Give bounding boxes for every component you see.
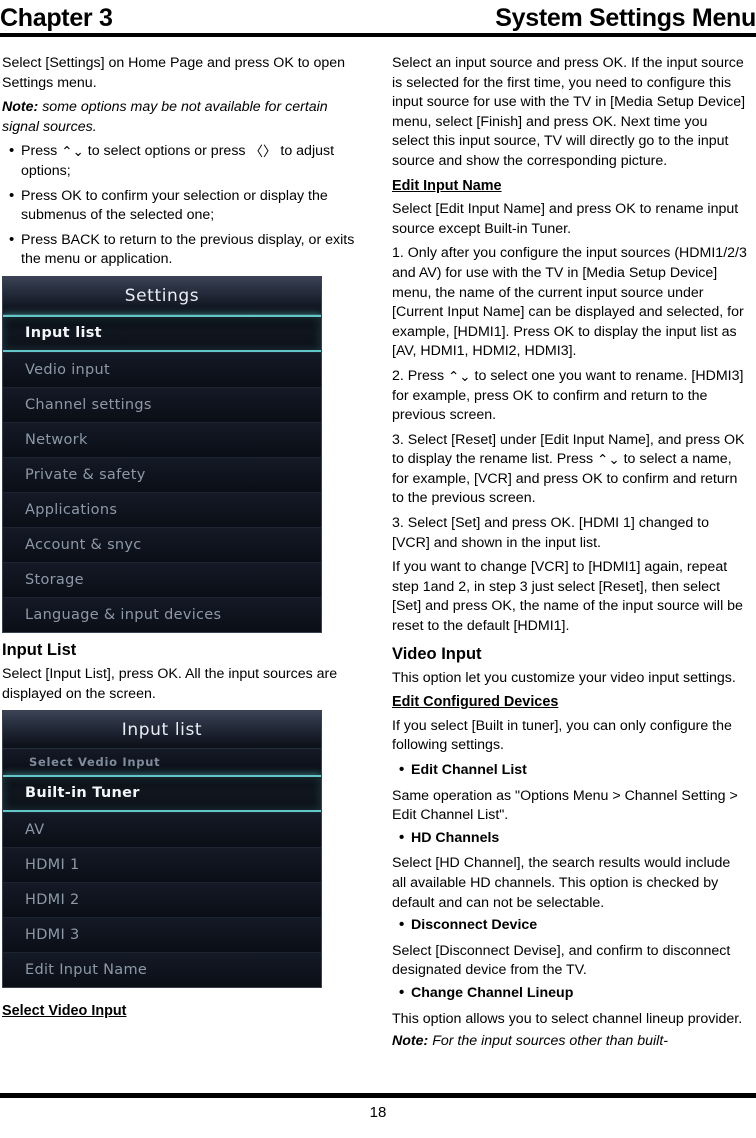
bullet-text-mid: to select options or press [83,143,250,160]
input-list-sublabel: Select Vedio Input [3,749,321,776]
input-item-edit-input-name[interactable]: Edit Input Name [3,952,321,988]
input-item-hdmi-3[interactable]: HDMI 3 [3,917,321,953]
note-label: Note: [392,1033,429,1050]
bullet-press-back: Press BACK to return to the previous dis… [2,230,358,270]
page-number: 18 [369,1104,387,1121]
video-input-heading: Video Input [392,644,482,663]
option-title-hd-channels: HD Channels [392,828,748,849]
note-text: some options may be not available for ce… [2,99,328,135]
option-title-disconnect-device: Disconnect Device [392,915,748,936]
right-paragraph-1: Select an input source and press OK. If … [392,55,746,169]
input-item-hdmi-2[interactable]: HDMI 2 [3,882,321,918]
settings-item-storage[interactable]: Storage [3,561,321,597]
up-down-chevron-icon: ⌃⌄ [447,368,471,385]
settings-item-channel-settings[interactable]: Channel settings [3,386,321,422]
settings-item-account-snyc[interactable]: Account & snyc [3,526,321,562]
chapter-label: Chapter 3 [0,4,113,32]
left-right-chevron-icon: 〈〉 [249,144,277,161]
settings-item-network[interactable]: Network [3,421,321,457]
option-title-edit-channel-list: Edit Channel List [392,760,748,781]
option-bullet-change-channel-lineup: Change Channel Lineup [392,983,748,1004]
note-text: For the input sources other than built- [428,1033,669,1050]
input-list-body: Select [Input List], press OK. All the i… [2,665,338,702]
option-title-change-channel-lineup: Change Channel Lineup [392,983,748,1004]
input-item-built-in-tuner[interactable]: Built-in Tuner [3,775,321,813]
step-2: 2. Press ⌃⌄ to select one you want to re… [392,367,748,426]
option-body-edit-channel-list: Same operation as "Options Menu > Channe… [392,787,738,824]
edit-configured-devices-heading: Edit Configured Devices [392,694,559,711]
settings-item-private-safety[interactable]: Private & safety [3,456,321,492]
header-divider [0,33,756,37]
right-paragraph-2: Select [Edit Input Name] and press OK to… [392,201,739,237]
option-body-hd-channels: Select [HD Channel], the search results … [392,855,731,911]
bullet-press-ok: Press OK to confirm your selection or di… [2,186,358,226]
edit-configured-devices-body: If you select [Built in tuner], you can … [392,717,732,754]
note-other-input-sources: Note: For the input sources other than b… [392,1032,748,1052]
note-signal-sources: Note: some options may be not available … [2,98,358,137]
option-bullet-hd-channels: HD Channels [392,828,748,849]
intro-paragraph: Select [Settings] on Home Page and press… [2,55,346,91]
settings-item-language-input-devices[interactable]: Language & input devices [3,596,321,632]
option-body-change-channel-lineup: This option allows you to select channel… [392,1010,743,1027]
input-item-hdmi-1[interactable]: HDMI 1 [3,847,321,883]
option-body-disconnect-device: Select [Disconnect Devise], and confirm … [392,942,731,979]
left-column: Select [Settings] on Home Page and press… [2,54,358,1026]
page-title: System Settings Menu [495,4,756,32]
up-down-chevron-icon: ⌃⌄ [61,144,84,161]
edit-input-name-heading: Edit Input Name [392,177,502,194]
right-paragraph-3: If you want to change [VCR] to [HDMI1] a… [392,559,743,635]
input-list-heading: Input List [2,640,77,659]
input-list-screenshot: Input list Select Vedio Input Built-in T… [2,710,322,989]
note-label: Note: [2,99,39,116]
step-3b: 3. Select [Set] and press OK. [HDMI 1] c… [392,515,710,551]
up-down-chevron-icon: ⌃⌄ [597,452,620,469]
input-item-av[interactable]: AV [3,812,321,848]
option-bullet-edit-channel-list: Edit Channel List [392,760,748,781]
settings-screenshot-title: Settings [3,276,321,315]
settings-item-applications[interactable]: Applications [3,491,321,527]
input-list-screenshot-title: Input list [3,711,321,750]
page-header: Chapter 3 System Settings Menu [0,0,756,36]
settings-menu-screenshot: Settings Input list Vedio input Channel … [2,275,322,633]
key-operation-bullets: Press ⌃⌄ to select options or press 〈〉 t… [2,141,358,270]
bullet-select-options: Press ⌃⌄ to select options or press 〈〉 t… [2,141,358,181]
select-video-input-heading: Select Video Input [2,1003,127,1020]
step-2-pre: 2. Press [392,367,448,384]
step-1: 1. Only after you configure the input so… [392,245,747,360]
manual-page: Chapter 3 System Settings Menu Select [S… [0,0,756,1138]
settings-item-input-list[interactable]: Input list [3,314,321,352]
settings-item-vedio-input[interactable]: Vedio input [3,351,321,387]
right-column: Select an input source and press OK. If … [392,54,748,1057]
footer-divider [0,1093,756,1098]
step-3a: 3. Select [Reset] under [Edit Input Name… [392,431,748,509]
bullet-text-pre: Press [21,143,62,160]
video-input-body: This option let you customize your video… [392,669,736,686]
option-bullet-disconnect-device: Disconnect Device [392,915,748,936]
